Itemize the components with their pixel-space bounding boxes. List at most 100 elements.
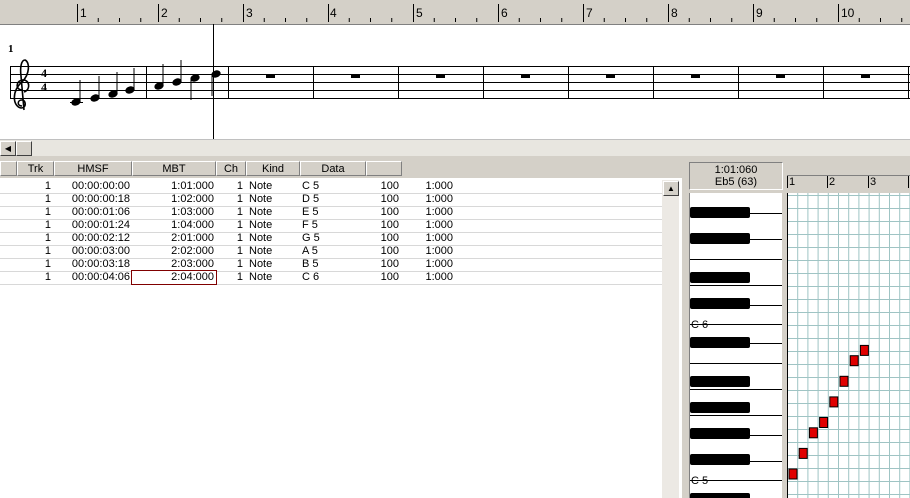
cell-duration[interactable]: 1:000 [405,193,453,206]
cell-note[interactable]: D 5 [302,193,362,206]
cell-trk[interactable]: 1 [17,219,51,232]
scroll-up-arrow-icon[interactable]: ▲ [663,181,679,196]
column-header-ch[interactable]: Ch [216,161,246,176]
cell-hmsf[interactable]: 00:00:01:24 [54,219,130,232]
cell-kind[interactable]: Note [249,245,299,258]
cell-mbt[interactable]: 2:02:000 [132,245,214,258]
cell-velocity[interactable]: 100 [366,206,399,219]
cell-trk[interactable]: 1 [17,258,51,271]
cell-hmsf[interactable]: 00:00:00:18 [54,193,130,206]
cell-velocity[interactable]: 100 [366,271,399,284]
cell-kind[interactable]: Note [249,206,299,219]
cell-kind[interactable]: Note [249,271,299,284]
cell-velocity[interactable]: 100 [366,245,399,258]
cell-hmsf[interactable]: 00:00:04:06 [54,271,130,284]
cell-hmsf[interactable]: 00:00:03:18 [54,258,130,271]
cell-trk[interactable]: 1 [17,180,51,193]
cell-duration[interactable]: 1:000 [405,219,453,232]
cell-duration[interactable]: 1:000 [405,180,453,193]
cell-kind[interactable]: Note [249,193,299,206]
scroll-thumb[interactable] [16,141,32,156]
cell-hmsf[interactable]: 00:00:01:06 [54,206,130,219]
event-row[interactable]: 1 00:00:04:06 2:04:000 1 Note C 6 100 1:000 [0,270,662,285]
cell-note[interactable]: B 5 [302,258,362,271]
piano-keyboard[interactable]: C 6 C 5 [689,193,782,498]
ruler-measure-10: 10 [841,6,855,20]
cell-ch[interactable]: 1 [216,206,243,219]
ruler-measure-2: 2 [161,6,168,20]
piano-roll-ruler[interactable]: 1 2 3 [787,162,910,188]
cell-ch[interactable]: 1 [216,232,243,245]
cell-mbt[interactable]: 1:04:000 [132,219,214,232]
cell-duration[interactable]: 1:000 [405,232,453,245]
cell-velocity[interactable]: 100 [366,232,399,245]
black-key [690,207,750,218]
event-list-vertical-scrollbar[interactable]: ▲ [662,180,679,498]
piano-roll-note [819,417,829,428]
cell-duration[interactable]: 1:000 [405,245,453,258]
column-header-hmsf[interactable]: HMSF [54,161,132,176]
event-row[interactable]: 1 00:00:03:18 2:03:000 1 Note B 5 100 1:000 [0,258,662,272]
staff[interactable]: 1 4 4 [0,24,910,139]
cell-mbt[interactable]: 1:02:000 [132,193,214,206]
column-header-mbt[interactable]: MBT [132,161,216,176]
piano-roll-grid[interactable] [787,193,910,498]
cell-trk[interactable]: 1 [17,245,51,258]
cell-velocity[interactable]: 100 [366,258,399,271]
event-row[interactable]: 1 00:00:01:06 1:03:000 1 Note E 5 100 1:000 [0,206,662,220]
cell-duration[interactable]: 1:000 [405,258,453,271]
cell-kind[interactable]: Note [249,232,299,245]
cell-note[interactable]: C 5 [302,180,362,193]
cell-hmsf[interactable]: 00:00:00:00 [54,180,130,193]
cell-trk[interactable]: 1 [17,232,51,245]
cell-ch[interactable]: 1 [216,271,243,284]
key-label-c6: C 6 [691,319,709,331]
event-row[interactable]: 1 00:00:00:00 1:01:000 1 Note C 5 100 1:000 [0,180,662,194]
event-row[interactable]: 1 00:00:00:18 1:02:000 1 Note D 5 100 1:000 [0,193,662,207]
scroll-left-arrow-icon[interactable]: ◀ [0,141,16,156]
cell-trk[interactable]: 1 [17,206,51,219]
cell-duration[interactable]: 1:000 [405,206,453,219]
measure-ruler[interactable]: 1 2 3 4 5 6 7 8 9 10 [0,0,910,25]
cell-ch[interactable]: 1 [216,219,243,232]
black-key [690,376,750,387]
staff-horizontal-scrollbar[interactable]: ◀ [0,139,910,156]
cell-ch[interactable]: 1 [216,193,243,206]
cell-trk[interactable]: 1 [17,271,51,284]
column-header-kind[interactable]: Kind [246,161,300,176]
column-header-data[interactable]: Data [300,161,366,176]
cell-note[interactable]: F 5 [302,219,362,232]
position-pitch: Eb5 (63) [714,176,758,188]
cell-ch[interactable]: 1 [216,180,243,193]
cell-note[interactable]: E 5 [302,206,362,219]
cell-mbt[interactable]: 2:01:000 [132,232,214,245]
cell-mbt[interactable]: 2:04:000 [131,270,217,285]
cell-ch[interactable]: 1 [216,245,243,258]
cell-ch[interactable]: 1 [216,258,243,271]
cell-duration[interactable]: 1:000 [405,271,453,284]
cell-trk[interactable]: 1 [17,193,51,206]
cell-mbt[interactable]: 1:03:000 [132,206,214,219]
event-row[interactable]: 1 00:00:01:24 1:04:000 1 Note F 5 100 1:000 [0,219,662,233]
event-row[interactable]: 1 00:00:02:12 2:01:000 1 Note G 5 100 1:000 [0,232,662,246]
event-row[interactable]: 1 00:00:03:00 2:02:000 1 Note A 5 100 1:000 [0,245,662,259]
roll-ruler-1: 1 [789,176,796,188]
event-list[interactable]: Trk HMSF MBT Ch Kind Data 1 00:00:00:00 1:… [0,161,682,498]
cell-note[interactable]: C 6 [302,271,362,284]
cell-mbt[interactable]: 2:03:000 [132,258,214,271]
cell-hmsf[interactable]: 00:00:02:12 [54,232,130,245]
column-header-blank[interactable] [0,161,17,176]
cell-kind[interactable]: Note [249,180,299,193]
column-header-blank-2 [366,161,402,176]
cell-mbt[interactable]: 1:01:000 [132,180,214,193]
cell-kind[interactable]: Note [249,258,299,271]
cell-note[interactable]: A 5 [302,245,362,258]
cell-velocity[interactable]: 100 [366,219,399,232]
column-header-trk[interactable]: Trk [17,161,54,176]
staff-view[interactable]: 1 2 3 4 5 6 7 8 9 10 1 4 4 [0,0,910,140]
cell-note[interactable]: G 5 [302,232,362,245]
cell-velocity[interactable]: 100 [366,180,399,193]
cell-hmsf[interactable]: 00:00:03:00 [54,245,130,258]
cell-kind[interactable]: Note [249,219,299,232]
cell-velocity[interactable]: 100 [366,193,399,206]
